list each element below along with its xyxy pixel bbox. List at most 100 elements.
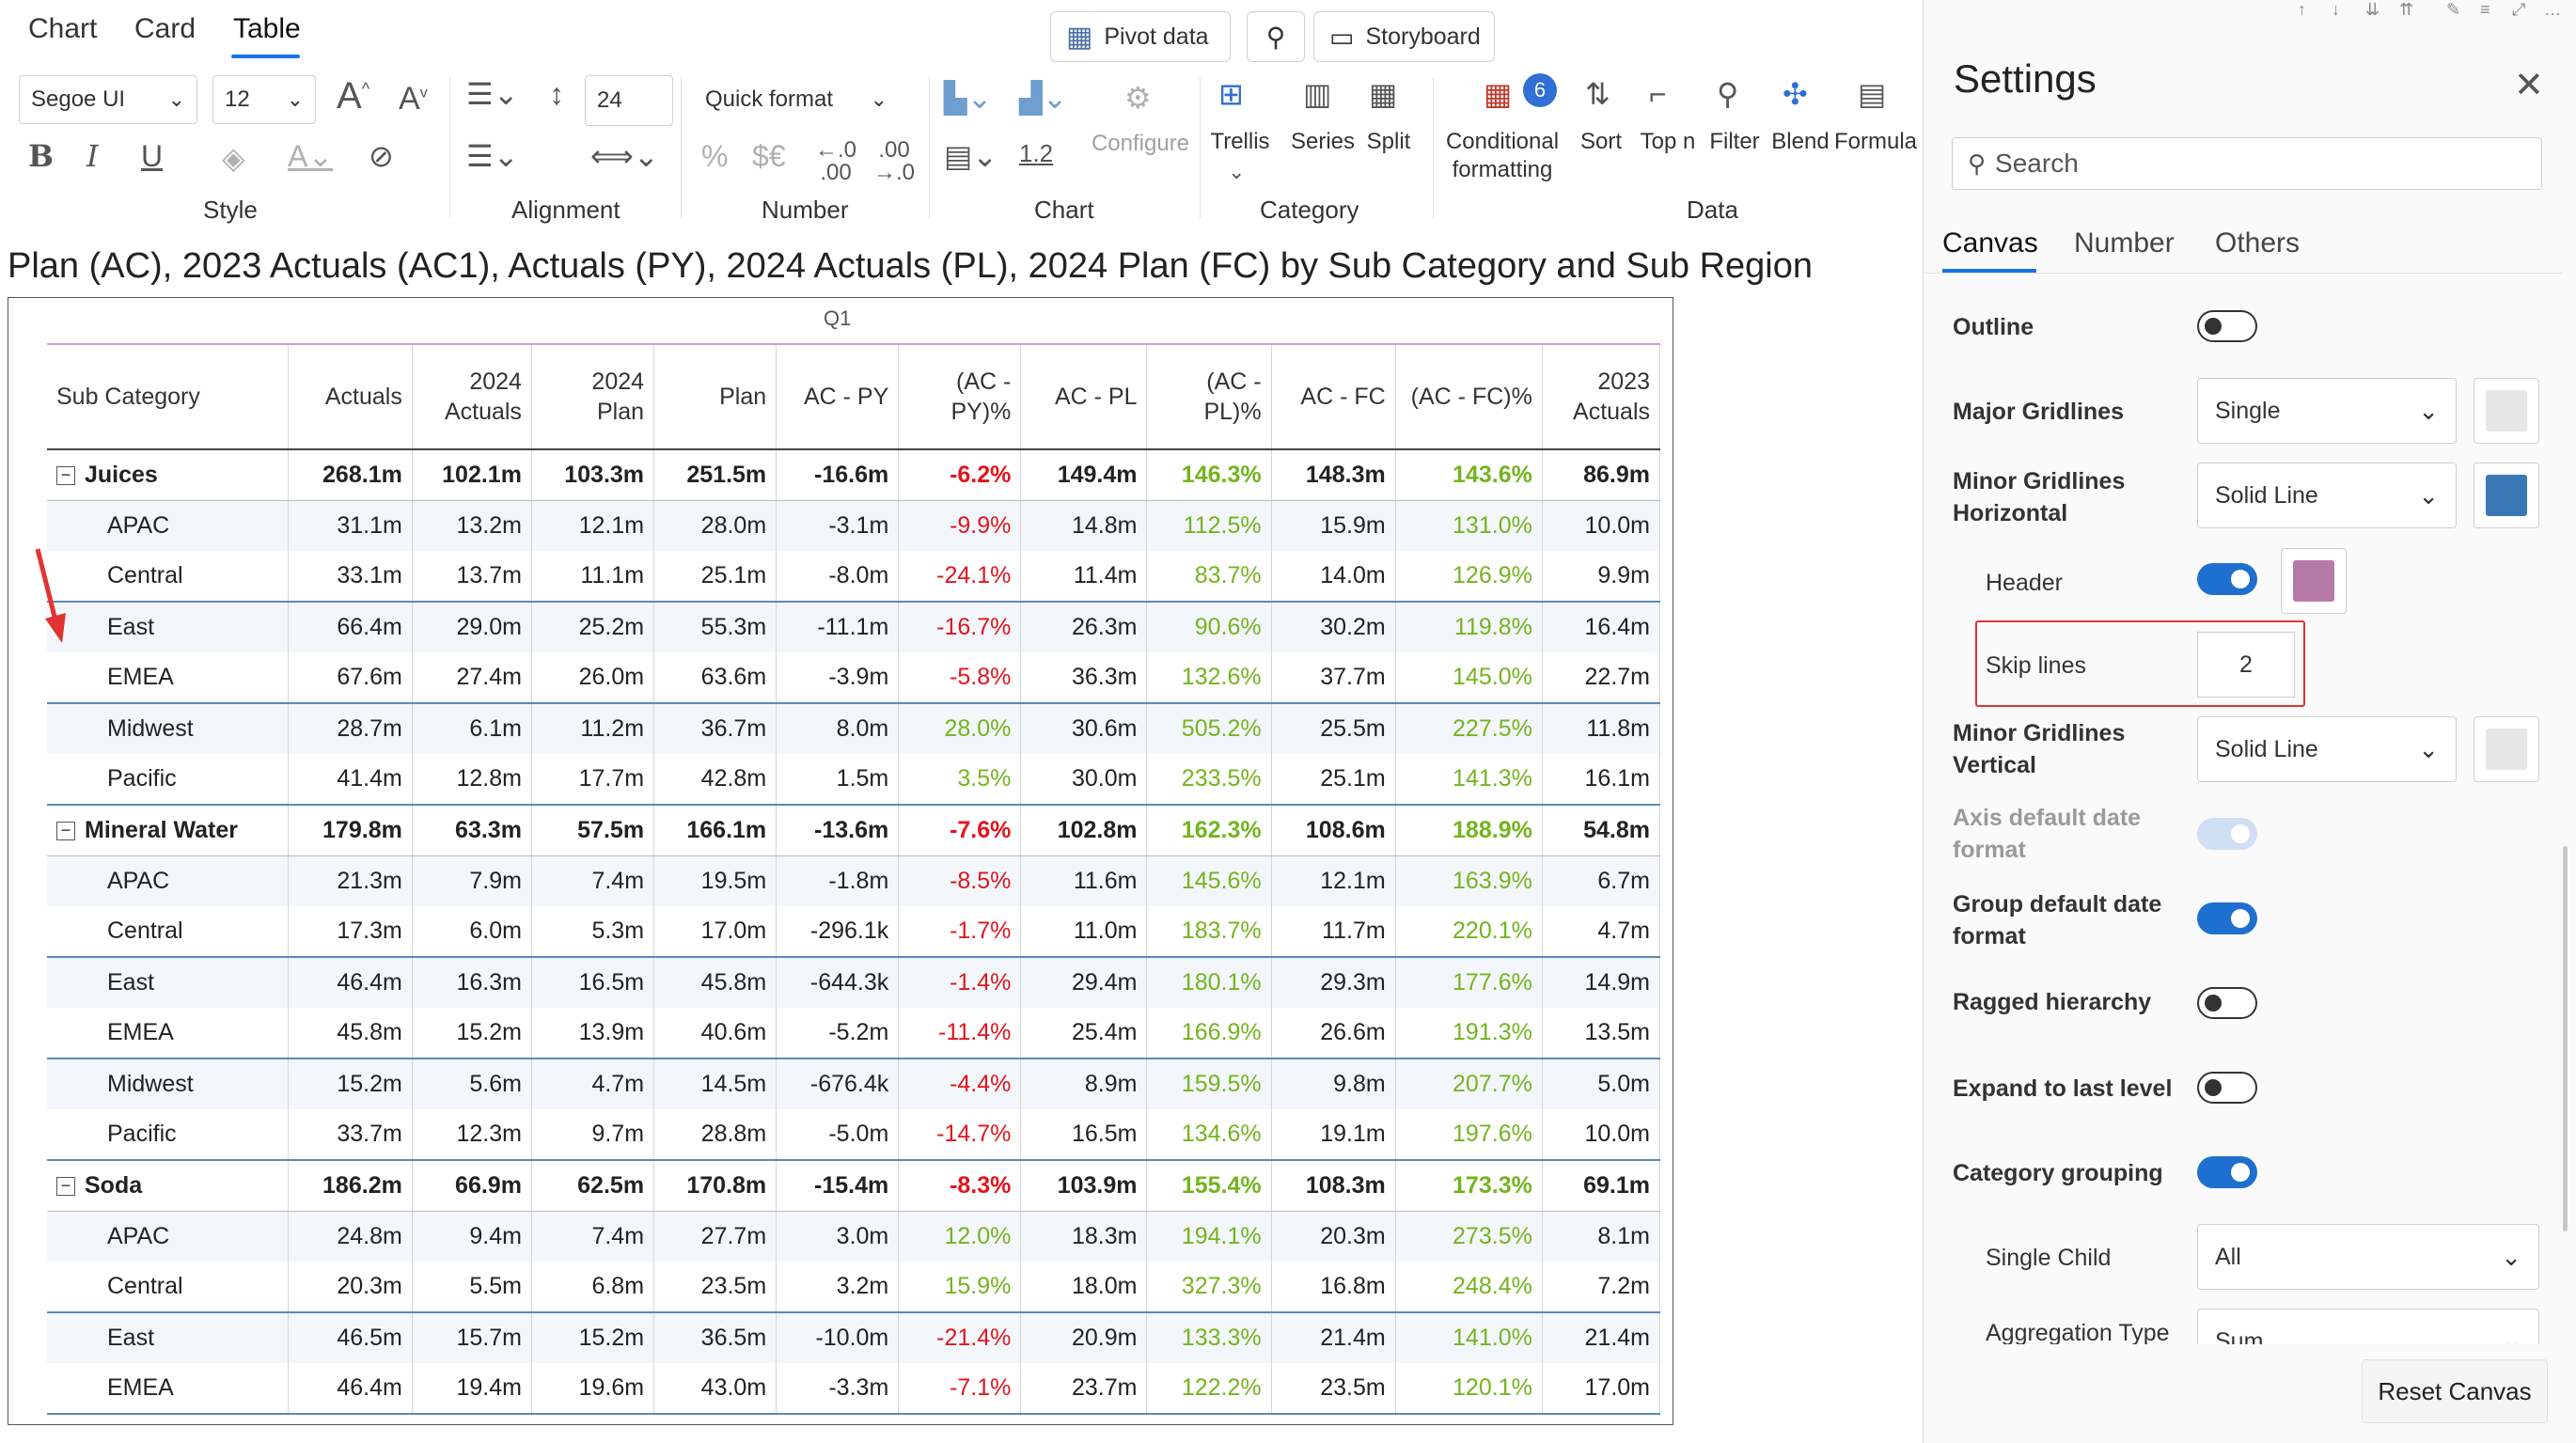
blend-icon[interactable]: ✣	[1783, 79, 1808, 109]
single-child-select[interactable]: All ⌄	[2197, 1224, 2539, 1290]
expand-last-level-toggle[interactable]	[2197, 1072, 2257, 1104]
table-row[interactable]: Central 20.3m 5.5m 6.8m 23.5m 3.2m 15.9% 18.0m 3…	[47, 1262, 1661, 1313]
chevron-down-icon[interactable]: ⌄	[1228, 162, 1245, 182]
reset-canvas-button[interactable]: Reset Canvas	[2362, 1359, 2548, 1423]
ragged-hierarchy-toggle[interactable]	[2197, 987, 2257, 1019]
column-header[interactable]: (AC - FC)%	[1395, 343, 1543, 450]
filter-settings-button[interactable]: ⚲	[1247, 11, 1305, 62]
table-row[interactable]: Midwest 28.7m 6.1m 11.2m 36.7m 8.0m 28.0% 30.6m…	[47, 703, 1661, 754]
minor-gridlines-horizontal-select[interactable]: Solid Line ⌄	[2197, 463, 2457, 528]
table-group-row[interactable]: − Mineral Water 179.8m 63.3m 57.5m 166.1m -13.…	[47, 805, 1661, 856]
configure-icon[interactable]: ⚙	[1124, 83, 1152, 113]
tab-number[interactable]: Number	[2074, 227, 2175, 259]
filter-icon[interactable]: ≡	[2480, 0, 2490, 20]
major-gridlines-select[interactable]: Single ⌄	[2197, 378, 2457, 444]
top-n-icon[interactable]: ⌐	[1649, 79, 1667, 109]
table-group-row[interactable]: − Juices 268.1m 102.1m 103.3m 251.5m -16.6m -6.…	[47, 449, 1661, 501]
tab-chart[interactable]: Chart	[28, 13, 97, 45]
close-icon[interactable]: ✕	[2514, 64, 2544, 106]
table-row[interactable]: East 46.5m 15.7m 15.2m 36.5m -10.0m -21.4% 20.9…	[47, 1312, 1661, 1363]
drill-up-icon[interactable]: ⇈	[2399, 0, 2413, 20]
currency-icon[interactable]: $€	[752, 141, 786, 171]
table-row[interactable]: Midwest 15.2m 5.6m 4.7m 14.5m -676.4k -4.4% 8.9…	[47, 1059, 1661, 1109]
drill-down-icon[interactable]: ⇊	[2365, 0, 2380, 20]
category-grouping-toggle[interactable]	[2197, 1156, 2257, 1188]
aggregation-type-select[interactable]: Sum ⌄	[2197, 1309, 2539, 1344]
trellis-icon[interactable]: ⊞	[1218, 79, 1244, 109]
column-header[interactable]: (AC - PL)%	[1146, 343, 1272, 450]
axis-date-format-toggle[interactable]	[2197, 818, 2257, 850]
sort-label[interactable]: Sort	[1568, 128, 1634, 156]
group-date-format-toggle[interactable]	[2197, 902, 2257, 934]
font-size-select[interactable]: 12 ⌄	[212, 75, 316, 124]
decrease-decimal-icon[interactable]: ←.0 .00	[814, 139, 857, 184]
column-header[interactable]: 2023 Actuals	[1542, 343, 1661, 450]
more-options-icon[interactable]: …	[2544, 0, 2561, 20]
percent-icon[interactable]: %	[701, 141, 728, 171]
scale-value[interactable]: 1.2	[1019, 141, 1053, 165]
vertical-align-icon[interactable]: ☰⌄	[466, 141, 519, 171]
tab-table[interactable]: Table	[233, 13, 301, 45]
table-row[interactable]: Central 17.3m 6.0m 5.3m 17.0m -296.1k -1.7% 11.…	[47, 906, 1661, 958]
column-header[interactable]: (AC - PY)%	[898, 343, 1022, 450]
table-row[interactable]: EMEA 67.6m 27.4m 26.0m 63.6m -3.9m -5.8% 36.3m 1…	[47, 652, 1661, 704]
table-row[interactable]: East 46.4m 16.3m 16.5m 45.8m -644.3k -1.4% 29.4…	[47, 957, 1661, 1008]
column-header[interactable]: 2024 Plan	[531, 343, 655, 450]
bold-icon[interactable]: B	[28, 141, 54, 171]
column-header[interactable]: 2024 Actuals	[412, 343, 532, 450]
skip-lines-input[interactable]: 2	[2197, 632, 2295, 698]
formula-icon[interactable]: ▤	[1858, 79, 1886, 109]
collapse-icon[interactable]: −	[56, 466, 75, 485]
tab-others[interactable]: Others	[2215, 227, 2300, 259]
table-row[interactable]: Central 33.1m 13.7m 11.1m 25.1m -8.0m -24.1% 11…	[47, 551, 1661, 603]
settings-scrollbar[interactable]	[2563, 846, 2568, 1231]
table-row[interactable]: Pacific 33.7m 12.3m 9.7m 28.8m -5.0m -14.7% 16.…	[47, 1109, 1661, 1161]
table-row[interactable]: EMEA 45.8m 15.2m 13.9m 40.6m -5.2m -11.4% 25.4m…	[47, 1008, 1661, 1059]
table-row[interactable]: APAC 31.1m 13.2m 12.1m 28.0m -3.1m -9.9% 14.8m 1…	[47, 500, 1661, 551]
trellis-label[interactable]: Trellis	[1203, 128, 1277, 156]
sort-icon[interactable]: ⇅	[1585, 79, 1610, 109]
minor-gridlines-horizontal-color[interactable]	[2474, 463, 2539, 528]
conditional-formatting-label[interactable]: Conditional formatting	[1437, 128, 1568, 184]
horizontal-align-icon[interactable]: ☰⌄	[466, 79, 519, 109]
series-icon[interactable]: ▥	[1303, 79, 1331, 109]
pin-icon[interactable]: ✎	[2446, 0, 2460, 20]
column-header[interactable]: Plan	[653, 343, 778, 450]
storyboard-button[interactable]: ▭ Storyboard	[1313, 11, 1495, 62]
collapse-icon[interactable]: −	[56, 1177, 75, 1196]
column-width-icon[interactable]: ⟺⌄	[590, 141, 659, 171]
small-multiples-icon[interactable]: ▤⌄	[944, 141, 997, 171]
hide-icon[interactable]: ⊘	[369, 141, 394, 171]
table-row[interactable]: East 66.4m 29.0m 25.2m 55.3m -11.1m -16.7% 26.3…	[47, 602, 1661, 652]
split-icon[interactable]: ▦	[1369, 79, 1397, 109]
column-header[interactable]: Sub Category	[47, 343, 289, 450]
blend-label[interactable]: Blend	[1767, 128, 1833, 156]
table-row[interactable]: APAC 21.3m 7.9m 7.4m 19.5m -1.8m -8.5% 11.6m 145…	[47, 855, 1661, 906]
header-toggle[interactable]	[2197, 563, 2257, 595]
paint-bucket-icon[interactable]: ◈	[222, 143, 245, 173]
configure-label[interactable]: Configure	[1089, 130, 1192, 158]
filter-icon[interactable]: ⚲	[1717, 79, 1738, 109]
split-label[interactable]: Split	[1352, 128, 1425, 156]
table-row[interactable]: APAC 24.8m 9.4m 7.4m 27.7m 3.0m 12.0% 18.3m 194.…	[47, 1211, 1661, 1262]
arrow-down-icon[interactable]: ↓	[2332, 0, 2340, 20]
pivot-data-button[interactable]: ▦ Pivot data	[1050, 11, 1231, 62]
chart-variant-icon[interactable]: ▟⌄	[1019, 83, 1067, 113]
major-gridlines-color[interactable]	[2474, 378, 2539, 444]
header-color[interactable]	[2281, 548, 2347, 614]
italic-icon[interactable]: I	[86, 141, 99, 171]
formula-label[interactable]: Formula	[1833, 128, 1918, 156]
column-header[interactable]: Actuals	[288, 343, 413, 450]
table-row[interactable]: EMEA 46.4m 19.4m 19.6m 43.0m -3.3m -7.1% 23.7m 1…	[47, 1363, 1661, 1415]
expand-icon[interactable]: ⤢	[2512, 0, 2525, 20]
table-row[interactable]: Pacific 41.4m 12.8m 17.7m 42.8m 1.5m 3.5% 30.0m…	[47, 754, 1661, 806]
column-header[interactable]: AC - FC	[1271, 343, 1396, 450]
outline-toggle[interactable]	[2197, 310, 2257, 342]
font-family-select[interactable]: Segoe UI ⌄	[19, 75, 197, 124]
chart-layout-icon[interactable]: ▙⌄	[944, 83, 992, 113]
top-n-label[interactable]: Top n	[1632, 128, 1704, 156]
tab-card[interactable]: Card	[134, 13, 196, 45]
line-height-icon[interactable]: ↕	[549, 79, 564, 109]
conditional-formatting-icon[interactable]: ▦	[1484, 79, 1512, 109]
decrease-font-icon[interactable]: Av	[399, 83, 428, 115]
